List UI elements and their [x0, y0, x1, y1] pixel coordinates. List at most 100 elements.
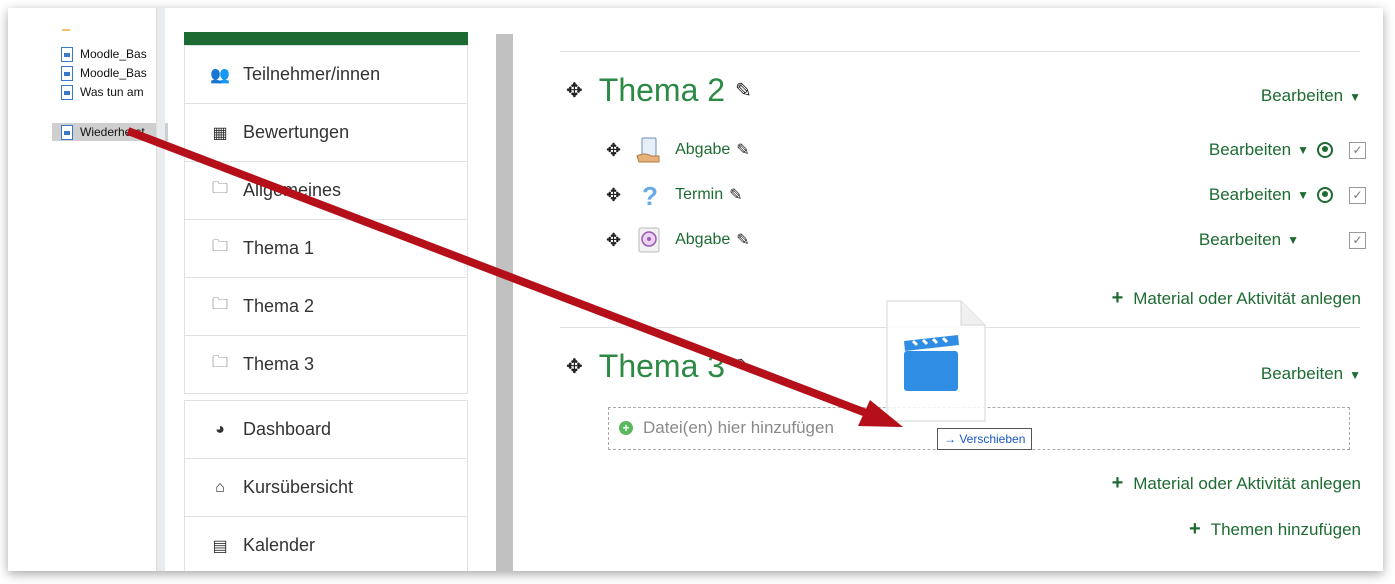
nav-item-topic-1[interactable]: 🗀 Thema 1 [184, 220, 468, 278]
nav-scrollbar[interactable] [496, 34, 513, 571]
caret-down-icon: ▼ [1349, 368, 1361, 382]
nav-item-label: Thema 3 [243, 354, 315, 374]
activity-item[interactable]: ✥ Abgabe ✎ Bearbeiten ▼ ✓ [606, 135, 1366, 165]
nav-item-label: Thema 2 [243, 296, 315, 316]
file-item-selected[interactable]: Wiederherst [52, 123, 168, 141]
plus-icon: + [1111, 472, 1124, 494]
drag-tooltip: → Verschieben [937, 428, 1033, 450]
section-edit-menu[interactable]: Bearbeiten ▼ [1261, 364, 1361, 384]
section-title-text: Thema 2 [598, 72, 726, 108]
pencil-icon[interactable]: ✎ [736, 230, 749, 250]
nav-item-label: Dashboard [243, 419, 332, 439]
home-icon: ⌂ [215, 478, 225, 496]
folder-marker [62, 29, 70, 31]
caret-down-icon: ▼ [1297, 143, 1309, 157]
activity-actions: Bearbeiten ▼ ✓ [1209, 185, 1366, 205]
nav-item-label: Allgemeines [243, 180, 342, 200]
nav-item-participants[interactable]: 👥 Teilnehmer/innen [184, 45, 468, 104]
nav-item-label: Bewertungen [243, 122, 350, 142]
dragged-video-file-icon [886, 300, 986, 422]
file-item[interactable]: Was tun am [52, 83, 168, 101]
document-icon [61, 46, 73, 62]
file-explorer-list: Moodle_Bas Moodle_Bas Was tun am Wiederh… [8, 8, 168, 571]
add-activity-button[interactable]: + Material oder Aktivität anlegen [1112, 287, 1361, 310]
nav-item-label: Kalender [243, 535, 316, 555]
completion-checkbox-icon[interactable]: ✓ [1349, 186, 1366, 204]
caret-down-icon: ▼ [1349, 90, 1361, 104]
add-topics-button[interactable]: + Themen hinzufügen [1189, 518, 1361, 541]
add-activity-button[interactable]: + Material oder Aktivität anlegen [1112, 472, 1361, 495]
move-icon[interactable]: ✥ [606, 185, 621, 206]
nav-item-label: Thema 1 [243, 238, 315, 258]
document-icon [61, 65, 73, 81]
assign-roles-icon[interactable] [1317, 187, 1333, 203]
file-item[interactable]: Moodle_Bas [52, 64, 168, 82]
section-title-thema-2: ✥ Thema 2 ✎ [566, 72, 752, 109]
file-name: Moodle_Bas [80, 47, 147, 61]
folder-icon: 🗀 [211, 296, 228, 313]
add-label: Material oder Aktivität anlegen [1133, 289, 1361, 308]
move-icon[interactable]: ✥ [606, 230, 621, 251]
drag-tooltip-text: → Verschieben [944, 432, 1026, 446]
nav-item-dashboard[interactable]: ◕ Dashboard [184, 400, 468, 459]
plus-icon: + [1189, 518, 1201, 540]
nav-top-bar [184, 32, 468, 45]
add-label: Material oder Aktivität anlegen [1133, 474, 1361, 493]
section-title-text: Thema 3 [598, 348, 726, 384]
pencil-icon[interactable]: ✎ [736, 140, 749, 160]
file-name: Moodle_Bas [80, 66, 147, 80]
activity-actions: Bearbeiten ▼ ✓ [1209, 140, 1366, 160]
folder-icon: 🗀 [211, 354, 228, 371]
move-icon[interactable]: ✥ [566, 78, 583, 103]
activity-item[interactable]: ✥ Abgabe ✎ Bearbeiten ▼ ✓ [606, 225, 1366, 255]
nav-item-course-overview[interactable]: ⌂ Kursübersicht [184, 459, 468, 517]
document-icon [61, 124, 73, 140]
table-icon: ▦ [212, 124, 228, 142]
media-icon [638, 227, 660, 253]
activity-actions: Bearbeiten ▼ ✓ [1199, 230, 1366, 250]
edit-label: Bearbeiten [1260, 364, 1344, 383]
file-name: Wiederherst [80, 125, 145, 139]
activity-edit-menu[interactable]: Bearbeiten [1209, 185, 1291, 205]
course-nav-drawer: 👥 Teilnehmer/innen ▦ Bewertungen 🗀 Allgemei… [184, 32, 468, 571]
add-topics-label: Themen hinzufügen [1210, 520, 1361, 539]
nav-item-label: Teilnehmer/innen [243, 64, 381, 84]
nav-item-topic-3[interactable]: 🗀 Thema 3 [184, 336, 468, 394]
nav-item-grades[interactable]: ▦ Bewertungen [184, 104, 468, 162]
caret-down-icon: ▼ [1297, 188, 1309, 202]
nav-item-calendar[interactable]: ▤ Kalender [184, 517, 468, 571]
activity-name[interactable]: Abgabe [675, 141, 730, 159]
activity-name[interactable]: Termin [675, 186, 723, 204]
pencil-icon[interactable]: ✎ [729, 185, 742, 205]
completion-checkbox-icon[interactable]: ✓ [1349, 141, 1366, 159]
assignment-icon [636, 137, 660, 163]
move-icon[interactable]: ✥ [566, 354, 583, 379]
pencil-icon[interactable]: ✎ [735, 78, 752, 103]
users-icon: 👥 [210, 66, 230, 84]
activity-name[interactable]: Abgabe [675, 231, 730, 249]
assign-roles-icon[interactable] [1317, 142, 1333, 158]
plus-icon: + [1111, 287, 1124, 309]
section-edit-menu[interactable]: Bearbeiten ▼ [1261, 86, 1361, 106]
course-content: ✥ Thema 2 ✎ Bearbeiten ▼ ✥ Abgabe ✎ Bearb… [538, 8, 1383, 571]
nav-item-general[interactable]: 🗀 Allgemeines [184, 162, 468, 220]
activity-edit-menu[interactable]: Bearbeiten [1199, 230, 1281, 250]
pencil-icon[interactable]: ✎ [735, 354, 752, 379]
svg-text:?: ? [642, 181, 658, 209]
file-item[interactable]: Moodle_Bas [52, 45, 168, 63]
folder-icon: 🗀 [211, 180, 228, 197]
completion-checkbox-icon[interactable]: ✓ [1349, 231, 1366, 249]
dropzone-text: Datei(en) hier hinzufügen [643, 418, 834, 437]
file-name: Was tun am [80, 85, 144, 99]
activity-item[interactable]: ✥ ? Termin ✎ Bearbeiten ▼ ✓ [606, 180, 1366, 210]
browser-edge [156, 8, 165, 571]
calendar-icon: ▤ [212, 537, 228, 555]
move-icon[interactable]: ✥ [606, 140, 621, 161]
edit-label: Bearbeiten [1260, 86, 1344, 105]
dropzone-label: + Datei(en) hier hinzufügen [619, 418, 834, 438]
nav-item-topic-2[interactable]: 🗀 Thema 2 [184, 278, 468, 336]
caret-down-icon: ▼ [1287, 233, 1299, 247]
nav-item-label: Kursübersicht [243, 477, 354, 497]
activity-edit-menu[interactable]: Bearbeiten [1209, 140, 1291, 160]
section-title-thema-3: ✥ Thema 3 ✎ [566, 348, 752, 385]
